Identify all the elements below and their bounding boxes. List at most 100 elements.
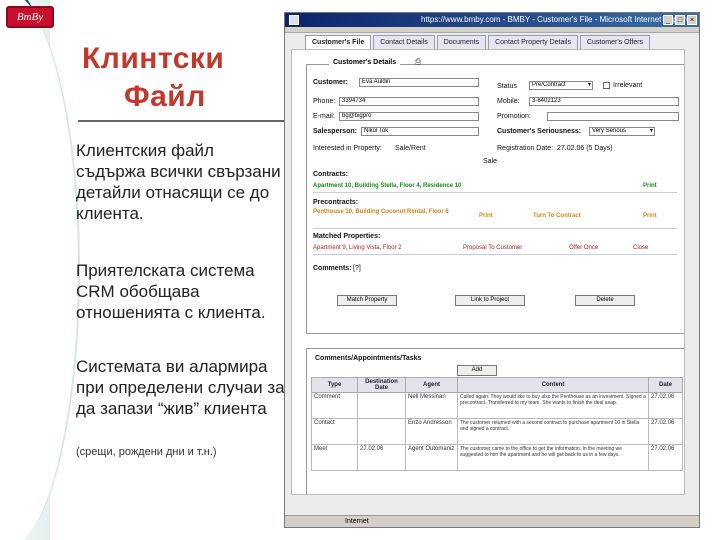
table-row[interactable]: Meet 27.02.06 Agent Outomaniz The custom… — [311, 444, 683, 471]
phone-label: Phone: — [313, 98, 336, 105]
table-row[interactable]: Contact Enzo Andresson The customer retu… — [311, 418, 683, 445]
decor-white-arc — [0, 0, 80, 540]
tab-documents[interactable]: Documents — [436, 35, 487, 49]
precontract-row[interactable]: Penthouse 10, Building Coconut Rental, F… — [313, 207, 677, 229]
panel-title: Customer's Details — [329, 59, 401, 66]
cell-date: 27.02.06 — [648, 392, 683, 419]
customer-details-panel: Customer's Details ⎙ Customer: Eva Auldi… — [306, 57, 684, 334]
email-label: E-mail: — [313, 113, 335, 120]
status-zone: Internet — [345, 518, 369, 525]
ie-icon — [289, 15, 299, 25]
precontract-print-link[interactable]: Print — [479, 211, 493, 221]
matched-label: Matched Properties: — [313, 233, 381, 240]
registration-label: Registration Date: — [497, 145, 554, 152]
cell-dest: 27.02.06 — [357, 444, 406, 471]
matched-address[interactable]: Apartment 9, Living Vista, Floor 2 — [313, 245, 402, 251]
browser-statusbar: Internet — [285, 515, 699, 527]
mobile-field[interactable]: 3-6402123 — [529, 97, 679, 106]
tab-customers-file[interactable]: Customer's File — [305, 35, 372, 49]
irrelevant-checkbox[interactable] — [603, 82, 610, 89]
col-type[interactable]: Type — [311, 377, 358, 393]
close-icon[interactable]: × — [687, 15, 697, 25]
slide-title-line2: Файл — [124, 80, 206, 113]
bmby-logo: BmBy — [6, 6, 54, 28]
comments-panel: Comments/Appointments/Tasks Add Type Des… — [306, 348, 684, 494]
comments-table: Type Destination Date Agent Content Date… — [311, 377, 683, 471]
slide: BmBy Клинтски Файл Клиентския файл съдър… — [0, 0, 720, 540]
minimize-icon[interactable]: _ — [663, 15, 673, 25]
cell-type: Meet — [311, 444, 358, 471]
irrelevant-label: Irrelevant — [613, 82, 643, 89]
match-property-button[interactable]: Match Property — [337, 295, 397, 306]
seriousness-label: Customer's Seriousness: — [497, 128, 582, 135]
mobile-label: Mobile: — [497, 98, 520, 105]
registration-value: 27.02.06 (5 Days) — [557, 145, 613, 152]
tab-contact-details[interactable]: Contact Details — [373, 35, 435, 49]
email-field[interactable]: bg@bigpro — [339, 112, 479, 121]
cell-content: The customer returned with a second cont… — [457, 418, 649, 445]
print-icon[interactable]: ⎙ — [413, 57, 423, 67]
cell-content: Called again. They would like to buy als… — [457, 392, 649, 419]
slide-title-line1: Клинтски — [82, 42, 225, 75]
col-agent[interactable]: Agent — [405, 377, 458, 393]
comments-label: Comments: — [313, 265, 352, 272]
cell-content: The customer came to the office to get t… — [457, 444, 649, 471]
cell-date: 27.02.06 — [648, 418, 683, 445]
browser-window: https://www.bmby.com - BMBY - Customer's… — [284, 12, 700, 528]
col-content[interactable]: Content — [457, 377, 649, 393]
paragraph-client-file: Клиентския файл съдържа всички свързани … — [76, 141, 281, 223]
table-row[interactable]: Comment Nell Messinan Called again. They… — [311, 392, 683, 419]
salesperson-field[interactable]: Nikol Tok — [361, 127, 479, 136]
comments-panel-title: Comments/Appointments/Tasks — [315, 355, 422, 362]
tab-contact-property[interactable]: Contact Property Details — [488, 35, 578, 49]
customer-label: Customer: — [313, 79, 349, 86]
browser-title: https://www.bmby.com - BMBY - Customer's… — [421, 15, 694, 24]
matched-close-link[interactable]: Close — [633, 241, 648, 254]
contract-print-link[interactable]: Print — [643, 179, 657, 192]
interested-value: Sale/Rent — [395, 145, 426, 152]
link-to-project-button[interactable]: Link to Project — [455, 295, 525, 306]
tab-customers-offers[interactable]: Customer's Offers — [579, 35, 651, 49]
cell-dest — [357, 418, 406, 445]
contract-address[interactable]: Apartment 10, Building Stella, Floor 4, … — [313, 183, 461, 189]
cell-type: Contact — [311, 418, 358, 445]
salesperson-label: Salesperson: — [313, 128, 357, 135]
interested-label: Interested in Property: — [313, 145, 382, 152]
sale-label: Sale — [483, 158, 498, 165]
seriousness-select[interactable]: Very Serious — [589, 127, 655, 136]
paragraph-note: (срещи, рождени дни и т.н.) — [76, 446, 217, 458]
cell-date: 27.02.06 — [648, 444, 683, 471]
precontract-turn-link[interactable]: Turn To Contract — [533, 211, 581, 221]
browser-content: Customer's Details ⎙ Customer: Eva Auldi… — [291, 49, 685, 495]
cell-dest — [357, 392, 406, 419]
file-tabs: Customer's File Contact Details Document… — [285, 33, 699, 49]
paragraph-alarm: Системата ви алармира при определени слу… — [76, 357, 285, 418]
precontracts-label: Precontracts: — [313, 199, 359, 206]
delete-button[interactable]: Delete — [575, 295, 635, 306]
title-divider — [78, 120, 288, 122]
status-label: Status — [497, 83, 517, 90]
cell-agent: Agent Outomaniz — [405, 444, 458, 471]
promotion-label: Promotion: — [497, 113, 531, 120]
status-select[interactable]: Pre/Contract — [529, 81, 593, 90]
promotion-field[interactable] — [547, 112, 679, 121]
col-date[interactable]: Date — [648, 377, 683, 393]
cell-type: Comment — [311, 392, 358, 419]
comments-value: [?] — [353, 265, 361, 272]
col-dest-date[interactable]: Destination Date — [357, 377, 406, 393]
cell-agent: Nell Messinan — [405, 392, 458, 419]
phone-field[interactable]: 3394734 — [339, 97, 479, 106]
cell-agent: Enzo Andresson — [405, 418, 458, 445]
matched-offer-link[interactable]: Offer Once — [569, 241, 598, 254]
matched-row[interactable]: Apartment 9, Living Vista, Floor 2 Propo… — [313, 241, 677, 255]
browser-titlebar: https://www.bmby.com - BMBY - Customer's… — [285, 13, 699, 27]
precontract-address[interactable]: Penthouse 10, Building Coconut Rental, F… — [313, 207, 463, 217]
contract-row[interactable]: Apartment 10, Building Stella, Floor 4, … — [313, 179, 677, 193]
maximize-icon[interactable]: □ — [675, 15, 685, 25]
precontract-print2-link[interactable]: Print — [643, 211, 657, 221]
paragraph-crm: Приятелската система CRM обобщава отноше… — [76, 261, 266, 322]
customer-field[interactable]: Eva Auldin — [359, 78, 479, 87]
add-comment-button[interactable]: Add — [457, 365, 497, 376]
matched-proposal-link[interactable]: Proposal To Customer — [463, 241, 522, 254]
contracts-label: Contracts: — [313, 171, 349, 178]
